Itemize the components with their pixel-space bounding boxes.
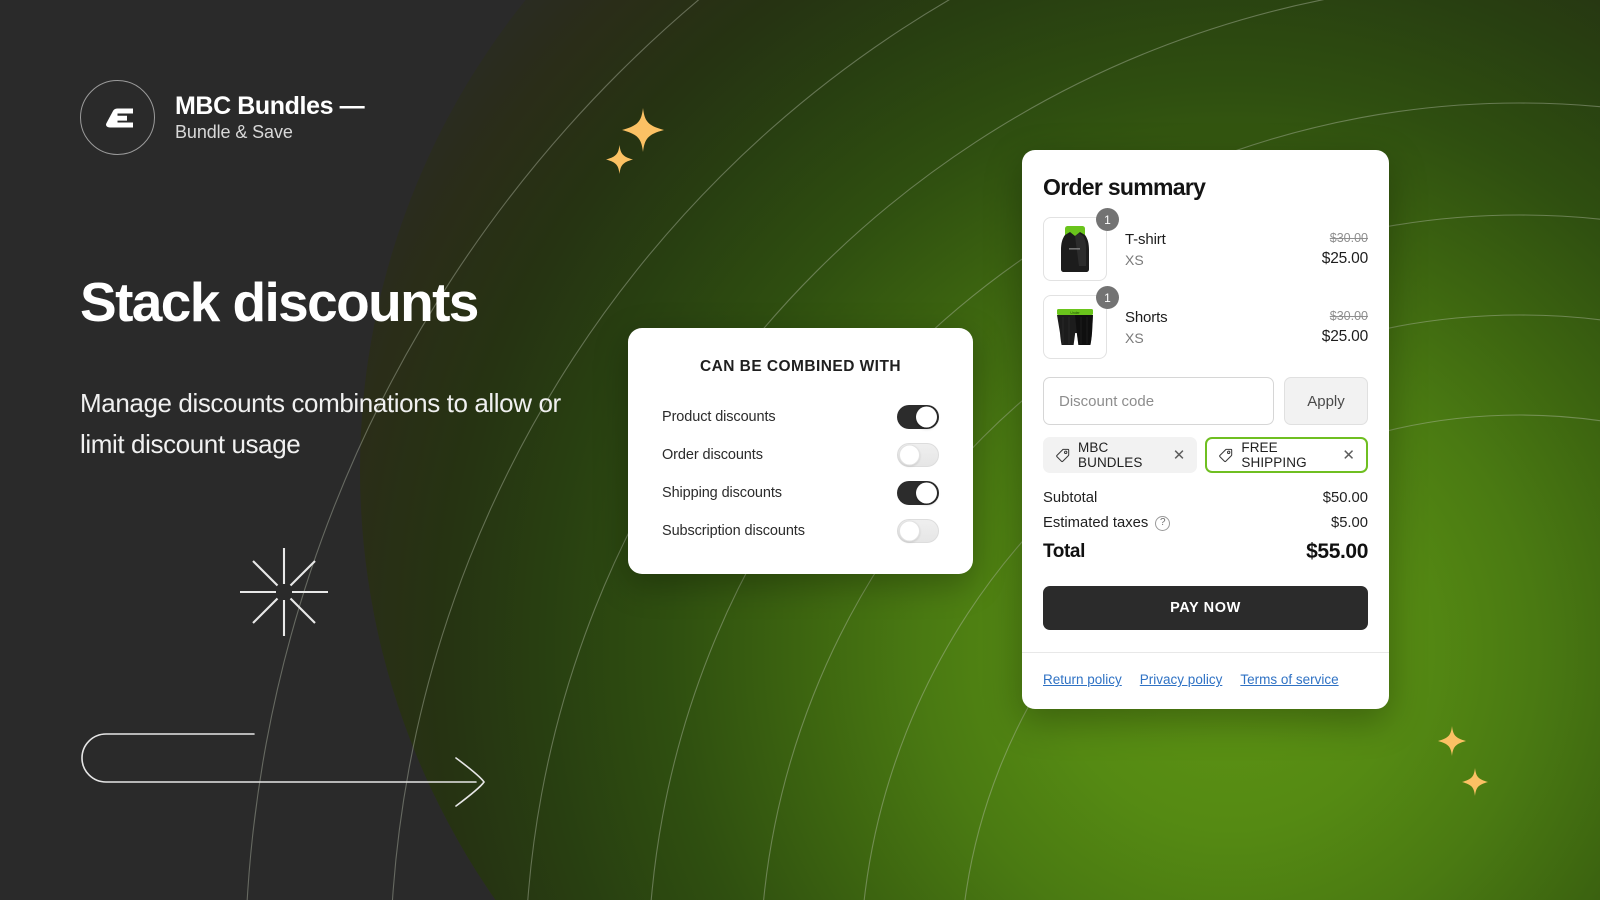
tag-icon (1218, 448, 1233, 463)
page-subtitle: Manage discounts combinations to allow o… (80, 388, 561, 460)
line-item: 1 T-shirt XS $30.00 $25.00 (1043, 208, 1368, 281)
toggle-product-discounts[interactable] (897, 405, 939, 429)
line-item-variant: XS (1125, 329, 1144, 346)
terms-of-service-link[interactable]: Terms of service (1240, 672, 1338, 687)
shorts-icon: Under (1050, 305, 1100, 349)
line-item-name: Shorts (1125, 308, 1168, 326)
return-policy-link[interactable]: Return policy (1043, 672, 1122, 687)
combine-row-shipping-discounts: Shipping discounts (662, 478, 939, 508)
combine-row-product-discounts: Product discounts (662, 402, 939, 432)
combine-card-title: CAN BE COMBINED WITH (699, 358, 902, 375)
quantity-badge: 1 (1096, 208, 1119, 231)
u-turn-arrow-icon (72, 722, 502, 810)
combine-label-subscription-discounts: Subscription discounts (662, 523, 805, 539)
toggle-knob (916, 406, 937, 428)
discount-chip-label: FREE SHIPPING (1241, 440, 1307, 470)
page-title: Stack discounts (80, 271, 479, 333)
order-summary-title: Order summary (1043, 174, 1206, 200)
combine-row-subscription-discounts: Subscription discounts (662, 516, 939, 546)
combine-label-shipping-discounts: Shipping discounts (662, 485, 782, 501)
discount-chip-label: MBC BUNDLES (1078, 440, 1143, 470)
mbc-mark-icon (98, 98, 138, 138)
estimated-taxes-label: Estimated taxes (1043, 515, 1149, 531)
order-footer-links: Return policy Privacy policy Terms of se… (1022, 652, 1389, 709)
combine-row-order-discounts: Order discounts (662, 440, 939, 470)
product-thumbnail-tshirt (1043, 217, 1107, 281)
close-icon[interactable]: ✕ (1342, 448, 1355, 463)
pay-now-button[interactable]: PAY NOW (1043, 586, 1368, 630)
discount-chip-mbc-bundles[interactable]: MBC BUNDLES ✕ (1043, 437, 1198, 473)
brand-tagline: Bundle & Save (175, 122, 293, 143)
sparkle-large-top (622, 108, 664, 152)
toggle-knob (899, 520, 920, 542)
line-item-original-price: $30.00 (1329, 230, 1368, 245)
discount-code-row: Apply (1043, 377, 1368, 425)
privacy-policy-link[interactable]: Privacy policy (1140, 672, 1223, 687)
line-item-price: $25.00 (1321, 249, 1368, 267)
subtotal-label: Subtotal (1043, 490, 1098, 506)
line-item-name: T-shirt (1125, 230, 1166, 248)
promo-banner: MBC Bundles — Bundle & Save Stack discou… (0, 0, 1600, 900)
close-icon[interactable]: ✕ (1173, 448, 1186, 463)
discount-chip-free-shipping[interactable]: FREE SHIPPING ✕ (1205, 437, 1368, 473)
line-item-variant: XS (1125, 251, 1144, 268)
subtotal-value: $50.00 (1322, 490, 1368, 506)
toggle-knob (899, 444, 920, 466)
totals-row-grand-total: Total $55.00 (1043, 540, 1368, 564)
tag-icon (1055, 448, 1070, 463)
brand-logo-circle (80, 80, 155, 155)
quantity-badge: 1 (1096, 286, 1119, 309)
combine-label-order-discounts: Order discounts (662, 447, 763, 463)
product-thumbnail-shorts: Under (1043, 295, 1107, 359)
applied-discount-chips: MBC BUNDLES ✕ FREE SHIPPING ✕ (1043, 437, 1368, 473)
toggle-shipping-discounts[interactable] (897, 481, 939, 505)
brand-lockup: MBC Bundles — Bundle & Save (80, 80, 365, 155)
totals-section: Subtotal $50.00 Estimated taxes ? $5.00 … (1043, 490, 1368, 564)
line-item-original-price: $30.00 (1329, 308, 1368, 323)
sparkle-small-bottom (1462, 768, 1488, 796)
sparkle-small-top (606, 145, 633, 174)
toggle-knob (916, 482, 937, 504)
can-be-combined-card: CAN BE COMBINED WITH Product discounts O… (628, 328, 973, 574)
tank-top-icon (1051, 223, 1099, 275)
question-mark-icon[interactable]: ? (1155, 515, 1171, 531)
totals-row-subtotal: Subtotal $50.00 (1043, 490, 1368, 506)
starburst-icon (240, 548, 328, 636)
combine-label-product-discounts: Product discounts (662, 409, 776, 425)
line-item-price: $25.00 (1321, 327, 1368, 345)
sparkle-large-bottom (1438, 726, 1466, 756)
estimated-taxes-value: $5.00 (1330, 515, 1368, 531)
grand-total-label: Total (1043, 541, 1085, 562)
apply-discount-button[interactable]: Apply (1284, 377, 1368, 425)
line-item: Under 1 Shorts XS $30.00 $25.00 (1043, 286, 1368, 359)
brand-name: MBC Bundles — (175, 92, 365, 121)
order-summary-card: Order summary 1 T-shirt XS $30.00 $25.00… (1022, 150, 1389, 709)
toggle-order-discounts[interactable] (897, 443, 939, 467)
svg-text:Under: Under (1070, 311, 1080, 315)
discount-code-input[interactable] (1043, 377, 1274, 425)
totals-row-estimated-taxes: Estimated taxes ? $5.00 (1043, 515, 1368, 531)
grand-total-value: $55.00 (1306, 540, 1368, 563)
toggle-subscription-discounts[interactable] (897, 519, 939, 543)
